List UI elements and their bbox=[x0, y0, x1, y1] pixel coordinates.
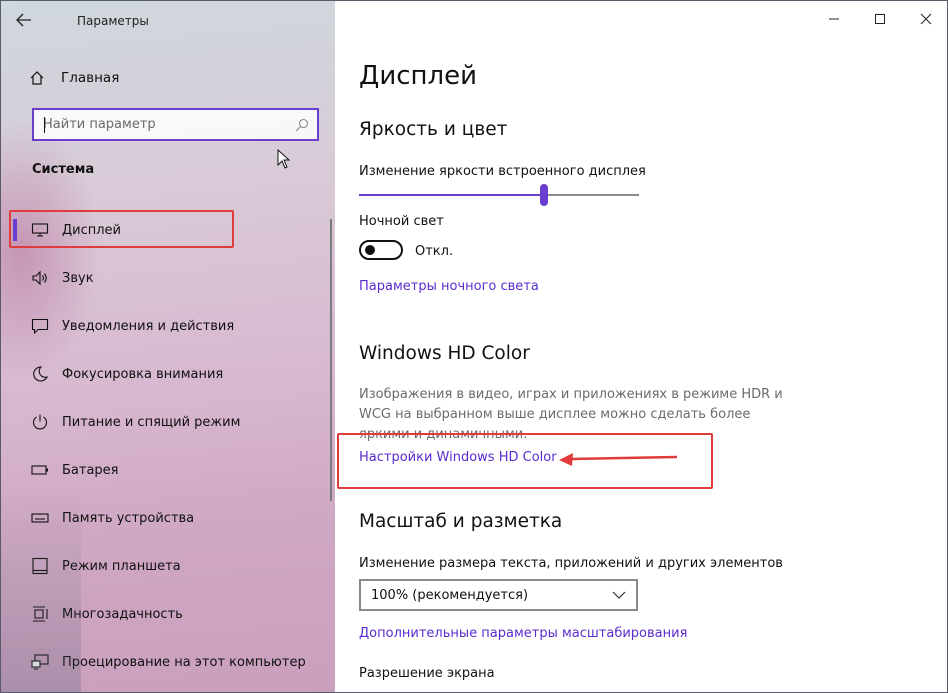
brightness-heading: Яркость и цвет bbox=[359, 119, 508, 140]
maximize-button[interactable] bbox=[857, 1, 903, 41]
close-icon bbox=[920, 13, 932, 29]
sidebar: Параметры Главная Система Дисплей bbox=[1, 1, 335, 692]
back-button[interactable] bbox=[1, 1, 47, 41]
multitask-icon bbox=[31, 605, 49, 623]
title-bar: Параметры bbox=[1, 1, 335, 41]
sidebar-scrollbar[interactable] bbox=[330, 219, 332, 501]
sidebar-item-label: Проецирование на этот компьютер bbox=[62, 654, 306, 670]
close-button[interactable] bbox=[903, 1, 947, 41]
minimize-icon bbox=[828, 13, 840, 29]
sidebar-item-tablet[interactable]: Режим планшета bbox=[1, 542, 335, 590]
arrow-left-icon bbox=[16, 12, 32, 31]
minimize-button[interactable] bbox=[811, 1, 857, 41]
speaker-icon bbox=[31, 269, 49, 287]
mouse-cursor-icon bbox=[277, 148, 291, 173]
brightness-slider-label: Изменение яркости встроенного дисплея bbox=[359, 164, 646, 179]
sidebar-item-notifications[interactable]: Уведомления и действия bbox=[1, 302, 335, 350]
scale-dropdown[interactable]: 100% (рекомендуется) bbox=[359, 579, 638, 611]
page-title: Дисплей bbox=[359, 61, 478, 91]
maximize-icon bbox=[874, 13, 886, 29]
sidebar-item-label: Фокусировка внимания bbox=[62, 366, 224, 382]
sidebar-item-multitasking[interactable]: Многозадачность bbox=[1, 590, 335, 638]
storage-icon bbox=[31, 509, 49, 527]
text-caret bbox=[44, 117, 45, 133]
chevron-down-icon bbox=[612, 588, 626, 603]
resolution-label: Разрешение экрана bbox=[359, 666, 495, 681]
main-content: Дисплей Яркость и цвет Изменение яркости… bbox=[335, 1, 947, 692]
section-label: Система bbox=[32, 162, 95, 177]
night-light-toggle[interactable] bbox=[359, 240, 403, 260]
annotation-arrow-icon bbox=[557, 451, 679, 471]
battery-icon bbox=[31, 461, 49, 479]
sidebar-item-focus[interactable]: Фокусировка внимания bbox=[1, 350, 335, 398]
home-icon bbox=[29, 70, 45, 86]
brightness-slider-fill bbox=[359, 194, 544, 196]
sidebar-item-label: Звук bbox=[62, 270, 94, 286]
sidebar-item-label: Режим планшета bbox=[62, 558, 181, 574]
sidebar-item-label: Память устройства bbox=[62, 510, 195, 526]
settings-window: Параметры Главная Система Дисплей bbox=[0, 0, 948, 693]
search-input[interactable] bbox=[43, 117, 287, 132]
advanced-scaling-link[interactable]: Дополнительные параметры масштабирования bbox=[359, 626, 687, 641]
sidebar-item-label: Батарея bbox=[62, 462, 119, 478]
search-icon[interactable] bbox=[287, 118, 317, 132]
scale-selected-value: 100% (рекомендуется) bbox=[371, 587, 529, 603]
sidebar-item-label: Многозадачность bbox=[62, 606, 183, 622]
notification-icon bbox=[31, 317, 49, 335]
moon-icon bbox=[31, 365, 49, 383]
sidebar-item-storage[interactable]: Память устройства bbox=[1, 494, 335, 542]
brightness-slider[interactable] bbox=[359, 184, 639, 206]
scale-heading: Масштаб и разметка bbox=[359, 511, 563, 532]
power-icon bbox=[31, 413, 49, 431]
sidebar-item-projecting[interactable]: Проецирование на этот компьютер bbox=[1, 638, 335, 686]
tablet-icon bbox=[31, 557, 49, 575]
window-controls bbox=[811, 1, 947, 41]
night-light-settings-link[interactable]: Параметры ночного света bbox=[359, 279, 539, 294]
night-light-label: Ночной свет bbox=[359, 214, 444, 229]
scale-label: Изменение размера текста, приложений и д… bbox=[359, 556, 783, 571]
sidebar-item-battery[interactable]: Батарея bbox=[1, 446, 335, 494]
highlight-box-display bbox=[9, 210, 234, 248]
sidebar-item-power[interactable]: Питание и спящий режим bbox=[1, 398, 335, 446]
hd-color-heading: Windows HD Color bbox=[359, 343, 530, 364]
home-label: Главная bbox=[61, 70, 120, 86]
search-box[interactable] bbox=[32, 108, 319, 141]
project-icon bbox=[31, 653, 49, 671]
sidebar-item-label: Уведомления и действия bbox=[62, 318, 235, 334]
night-light-state: Откл. bbox=[415, 244, 454, 259]
app-title: Параметры bbox=[77, 14, 149, 28]
brightness-slider-thumb[interactable] bbox=[540, 184, 548, 206]
sidebar-item-label: Питание и спящий режим bbox=[62, 414, 241, 430]
nav-list: Дисплей Звук Уведомления и действия Фоку… bbox=[1, 206, 335, 686]
toggle-knob bbox=[365, 245, 375, 255]
home-link[interactable]: Главная bbox=[29, 65, 119, 91]
sidebar-item-sound[interactable]: Звук bbox=[1, 254, 335, 302]
